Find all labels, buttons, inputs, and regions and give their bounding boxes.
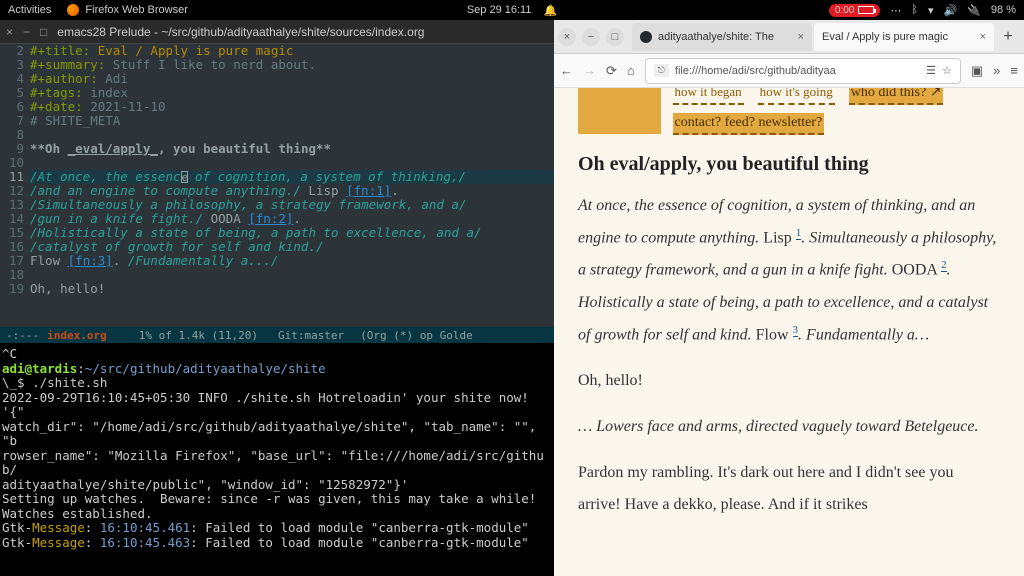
- menu-icon[interactable]: ≡: [1010, 63, 1018, 78]
- emacs-window-title: emacs28 Prelude - ~/src/github/adityaath…: [57, 25, 424, 39]
- firefox-window-controls: × − □: [558, 28, 624, 46]
- bluetooth-icon[interactable]: ᛒ: [911, 4, 918, 16]
- terminal[interactable]: ^Cadi@tardis:~/src/github/adityaathalye/…: [0, 343, 554, 576]
- emacs-editor[interactable]: 2345678910111213141516171819 #+title: Ev…: [0, 44, 554, 327]
- reload-button[interactable]: ⟳: [606, 63, 617, 79]
- minimize-icon[interactable]: −: [582, 28, 600, 46]
- body-paragraph: Pardon my rambling. It's dark out here a…: [578, 457, 1000, 521]
- browser-tab[interactable]: Eval / Apply is pure magic×: [814, 23, 994, 51]
- stage-direction: … Lowers face and arms, directed vaguely…: [578, 411, 1000, 443]
- tab-close-icon[interactable]: ×: [798, 31, 804, 43]
- overflow-icon[interactable]: »: [993, 63, 1000, 78]
- page-content[interactable]: how it began how it's going who did this…: [554, 88, 1024, 576]
- back-button[interactable]: ←: [560, 63, 573, 78]
- firefox-toolbar: ← → ⟳ ⌂ ⎋ file:///home/adi/src/github/ad…: [554, 54, 1024, 88]
- greeting: Oh, hello!: [578, 365, 1000, 397]
- firefox-icon: [67, 4, 79, 16]
- firefox-tabstrip: × − □ adityaathalye/shite: The×Eval / Ap…: [554, 20, 1024, 54]
- reader-icon[interactable]: ☰: [926, 64, 936, 77]
- pocket-icon[interactable]: ▣: [971, 63, 983, 79]
- volume-icon[interactable]: 🔊: [944, 4, 958, 17]
- home-button[interactable]: ⌂: [627, 63, 635, 78]
- battery-indicator[interactable]: 0:00: [829, 4, 880, 17]
- close-icon[interactable]: ×: [6, 25, 13, 39]
- more-icon[interactable]: ⋯: [890, 4, 901, 17]
- battery-pct: 98 %: [991, 4, 1016, 16]
- nav-link-contact[interactable]: contact? feed? newsletter?: [673, 113, 825, 135]
- tab-close-icon[interactable]: ×: [980, 31, 986, 43]
- battery-icon: [858, 6, 874, 14]
- nav-link[interactable]: how it began: [673, 88, 744, 105]
- power-icon[interactable]: 🔌: [967, 4, 981, 17]
- forward-button[interactable]: →: [583, 63, 596, 78]
- site-logo[interactable]: [578, 88, 661, 134]
- browser-tab[interactable]: adityaathalye/shite: The×: [632, 23, 812, 51]
- file-scheme-badge: ⎋: [654, 64, 669, 77]
- nav-link[interactable]: how it's going: [758, 88, 835, 105]
- close-icon[interactable]: ×: [558, 28, 576, 46]
- buffer-name: index.org: [47, 329, 107, 342]
- current-app[interactable]: Firefox Web Browser: [67, 4, 188, 16]
- wifi-icon[interactable]: ▾: [928, 4, 934, 17]
- maximize-icon[interactable]: □: [606, 28, 624, 46]
- url-bar[interactable]: ⎋ file:///home/adi/src/github/adityaa ☰ …: [645, 58, 961, 84]
- bookmark-icon[interactable]: ☆: [942, 64, 952, 77]
- gnome-topbar: Activities Firefox Web Browser Sep 29 16…: [0, 0, 1024, 20]
- github-icon: [640, 31, 652, 43]
- emacs-modeline: -:--- index.org 1% of 1.4k (11,20) Git:m…: [0, 327, 554, 343]
- maximize-icon[interactable]: □: [40, 25, 47, 39]
- notification-icon[interactable]: 🔔: [543, 4, 557, 17]
- new-tab-button[interactable]: +: [996, 28, 1020, 46]
- emacs-titlebar: × − □ emacs28 Prelude - ~/src/github/adi…: [0, 20, 554, 44]
- activities-button[interactable]: Activities: [8, 4, 51, 16]
- minimize-icon[interactable]: −: [23, 25, 30, 39]
- intro-paragraph: At once, the essence of cognition, a sys…: [578, 190, 1000, 351]
- clock[interactable]: Sep 29 16:11: [467, 4, 532, 16]
- nav-link-who[interactable]: who did this? ↗: [849, 88, 944, 105]
- page-heading: Oh eval/apply, you beautiful thing: [578, 153, 1000, 176]
